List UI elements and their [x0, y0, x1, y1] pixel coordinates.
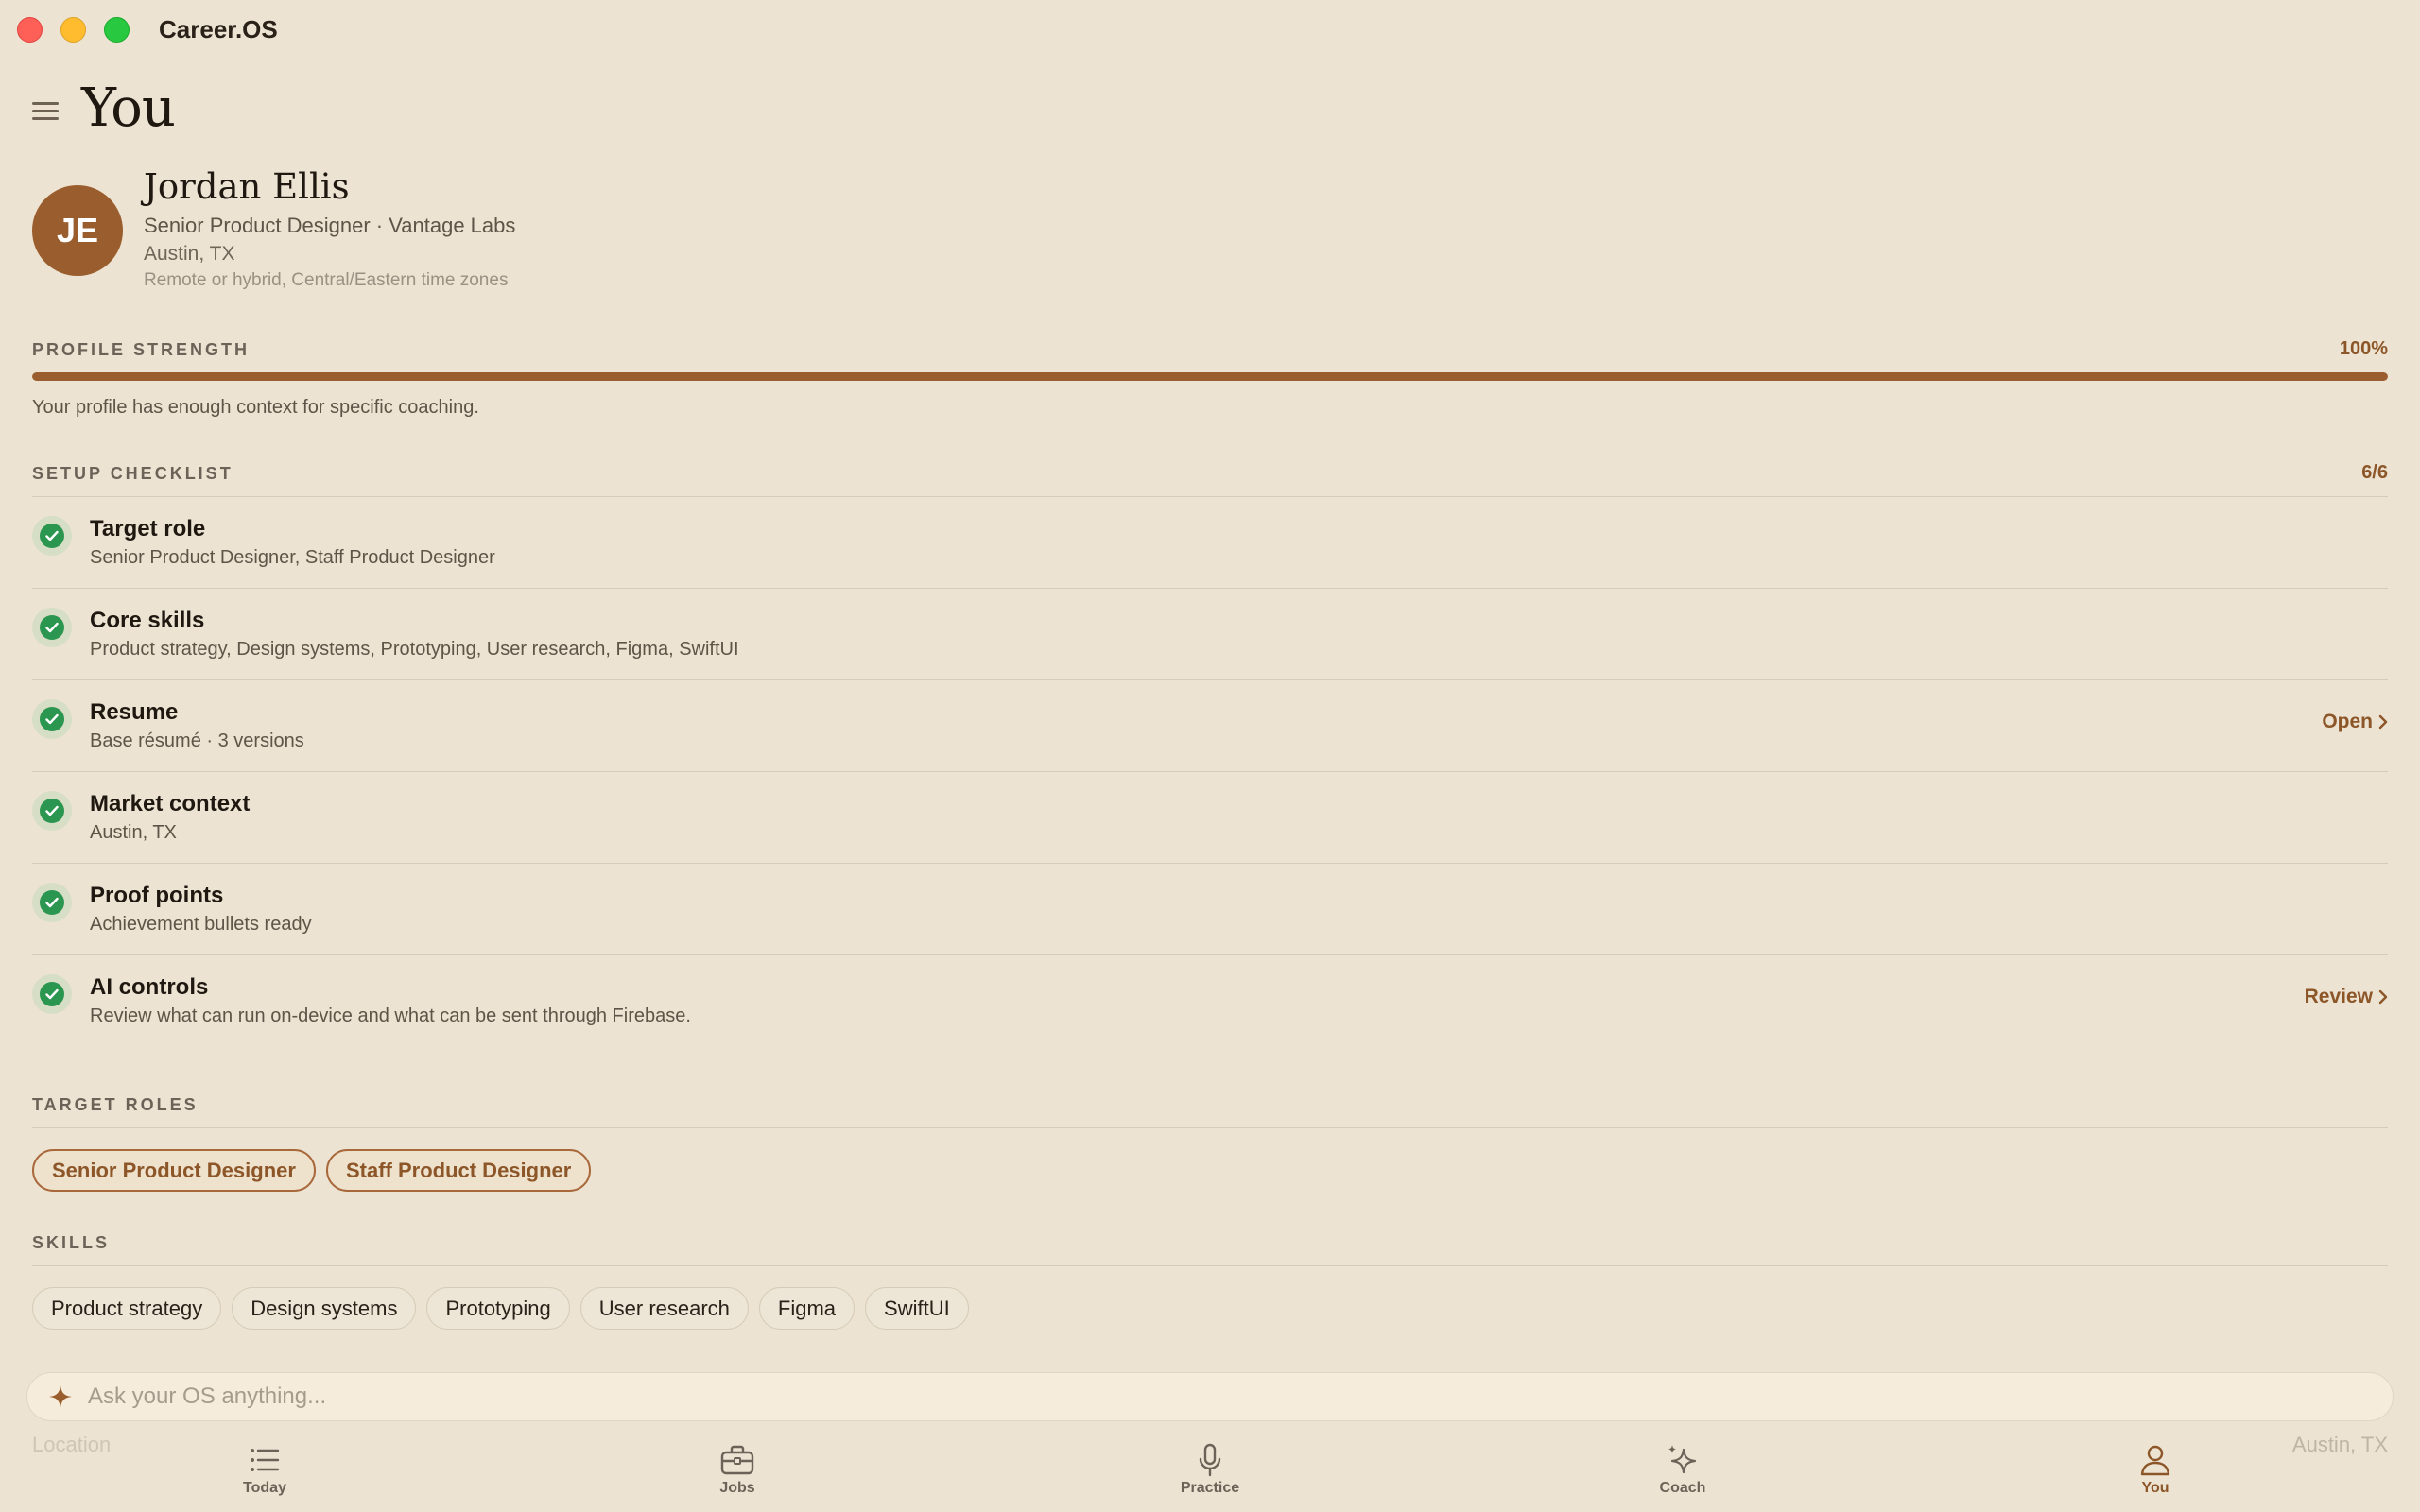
- zoom-window-button[interactable]: [104, 17, 130, 43]
- close-window-button[interactable]: [17, 17, 43, 43]
- checklist-item-subtitle: Senior Product Designer, Staff Product D…: [90, 547, 495, 568]
- open-resume-label: Open: [2322, 711, 2373, 732]
- checklist-item-title: Market context: [90, 791, 251, 816]
- checklist-item-title: Resume: [90, 699, 179, 725]
- tab-today[interactable]: Today: [208, 1442, 321, 1497]
- profile-role: Senior Product Designer · Vantage Labs: [144, 214, 516, 237]
- tab-label: Practice: [1180, 1480, 1240, 1496]
- tab-label: You: [2141, 1480, 2169, 1496]
- page-title: You: [81, 77, 176, 139]
- tab-coach[interactable]: Coach: [1626, 1442, 1739, 1497]
- review-ai-controls-label: Review: [2304, 986, 2373, 1007]
- tab-label: Jobs: [719, 1480, 755, 1496]
- checklist-item-target-role[interactable]: Target role Senior Product Designer, Sta…: [32, 497, 2388, 589]
- person-icon: [2140, 1445, 2170, 1476]
- checklist-item-subtitle: Austin, TX: [90, 822, 177, 843]
- chevron-right-icon: [2378, 989, 2388, 1005]
- checkmark-icon: [32, 699, 72, 739]
- skill-chip[interactable]: Product strategy: [32, 1287, 222, 1330]
- skill-chip[interactable]: User research: [579, 1287, 749, 1330]
- review-ai-controls-link[interactable]: Review: [2305, 986, 2388, 1008]
- target-role-chip[interactable]: Staff Product Designer: [325, 1149, 592, 1192]
- skill-chip[interactable]: SwiftUI: [865, 1287, 969, 1330]
- checklist-item-subtitle: Product strategy, Design systems, Protot…: [90, 639, 739, 660]
- checklist-item-title: Core skills: [90, 608, 205, 633]
- checklist-item-ai-controls[interactable]: AI controls Review what can run on-devic…: [32, 955, 2388, 1047]
- profile-strength-note: Your profile has enough context for spec…: [32, 397, 479, 418]
- open-resume-link[interactable]: Open: [2322, 711, 2388, 733]
- hamburger-menu-icon[interactable]: [32, 102, 59, 121]
- briefcase-icon: [720, 1445, 754, 1475]
- checklist-item-subtitle: Achievement bullets ready: [90, 914, 312, 935]
- checklist-item-subtitle: Review what can run on-device and what c…: [90, 1005, 691, 1026]
- tab-bar: Today Jobs Practice Coach You: [0, 1436, 2420, 1512]
- sparkles-icon: [1668, 1445, 1697, 1474]
- checklist-item-market-context[interactable]: Market context Austin, TX: [32, 772, 2388, 864]
- avatar-initials: JE: [56, 211, 99, 249]
- ask-bar[interactable]: [26, 1372, 2394, 1421]
- setup-checklist-label: SETUP CHECKLIST: [32, 464, 233, 483]
- skill-chip[interactable]: Prototyping: [426, 1287, 570, 1330]
- profile-work-preference: Remote or hybrid, Central/Eastern time z…: [144, 270, 509, 290]
- profile-location: Austin, TX: [144, 243, 235, 265]
- skill-chip[interactable]: Figma: [758, 1287, 856, 1330]
- title-bar: Career.OS: [0, 0, 2420, 60]
- skills-chips: Product strategy Design systems Prototyp…: [32, 1287, 969, 1330]
- checklist-item-proof-points[interactable]: Proof points Achievement bullets ready: [32, 864, 2388, 955]
- checklist-item-title: AI controls: [90, 974, 209, 1000]
- profile-strength-label: PROFILE STRENGTH: [32, 340, 251, 359]
- app-window: Career.OS You JE Jordan Ellis Senior Pro…: [0, 0, 2420, 1512]
- chevron-right-icon: [2378, 714, 2388, 730]
- checklist-item-title: Target role: [90, 516, 206, 541]
- target-roles-label: TARGET ROLES: [32, 1095, 199, 1114]
- profile-strength-value: 100%: [2339, 338, 2388, 359]
- tab-practice[interactable]: Practice: [1153, 1442, 1267, 1497]
- checklist-item-resume[interactable]: Resume Base résumé · 3 versions Open: [32, 680, 2388, 772]
- list-icon: [251, 1449, 280, 1471]
- tab-label: Today: [243, 1480, 286, 1496]
- checklist-item-core-skills[interactable]: Core skills Product strategy, Design sys…: [32, 589, 2388, 680]
- skill-chip[interactable]: Design systems: [232, 1287, 417, 1330]
- setup-checklist: Target role Senior Product Designer, Sta…: [32, 497, 2388, 1047]
- checkmark-icon: [32, 974, 72, 1014]
- avatar[interactable]: JE: [32, 185, 123, 276]
- minimize-window-button[interactable]: [60, 17, 86, 43]
- divider: [32, 1127, 2388, 1128]
- tab-label: Coach: [1659, 1480, 1706, 1496]
- checkmark-icon: [32, 608, 72, 647]
- app-title: Career.OS: [159, 15, 278, 43]
- microphone-icon: [1199, 1443, 1221, 1477]
- tab-jobs[interactable]: Jobs: [681, 1442, 794, 1497]
- checklist-item-title: Proof points: [90, 883, 224, 908]
- checkmark-icon: [32, 791, 72, 831]
- checklist-item-subtitle: Base résumé · 3 versions: [90, 730, 304, 751]
- skills-label: SKILLS: [32, 1233, 111, 1252]
- checkmark-icon: [32, 516, 72, 556]
- divider: [32, 1265, 2388, 1266]
- checkmark-icon: [32, 883, 72, 922]
- profile-strength-bar: [32, 372, 2388, 381]
- target-role-chip[interactable]: Senior Product Designer: [32, 1149, 316, 1192]
- setup-checklist-count: 6/6: [2361, 462, 2388, 483]
- profile-name: Jordan Ellis: [144, 166, 350, 207]
- tab-you[interactable]: You: [2099, 1442, 2212, 1497]
- target-roles-chips: Senior Product Designer Staff Product De…: [32, 1149, 592, 1192]
- profile-strength-fill: [32, 372, 2388, 381]
- ask-input[interactable]: [86, 1383, 2393, 1411]
- sparkle-icon: [49, 1385, 72, 1408]
